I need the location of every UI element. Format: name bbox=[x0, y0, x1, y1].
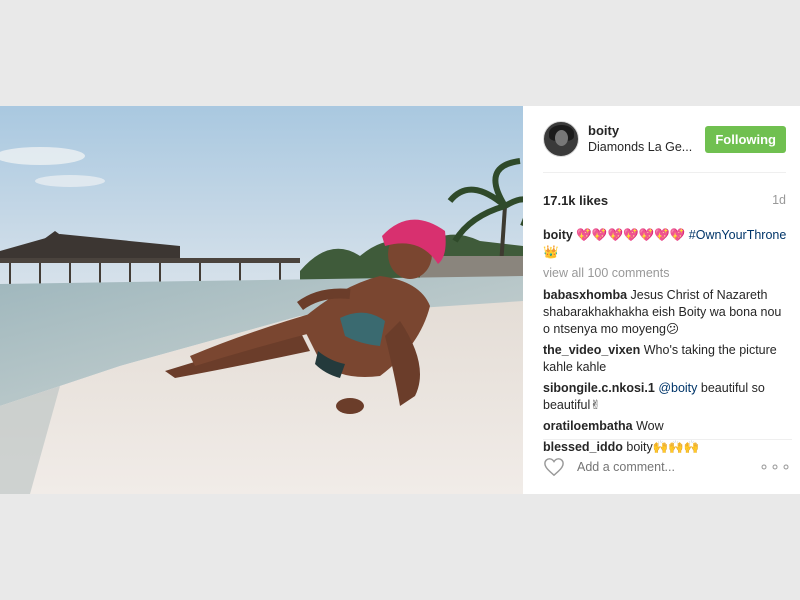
likes-count[interactable]: 17.1k likes bbox=[543, 193, 608, 208]
add-comment-input[interactable] bbox=[575, 459, 759, 475]
more-options-icon[interactable]: ∘∘∘ bbox=[759, 457, 792, 477]
comment-username[interactable]: oratiloembatha bbox=[543, 419, 633, 433]
post-header: boity Diamonds La Ge... Following bbox=[543, 106, 786, 173]
comment-mention[interactable]: @boity bbox=[655, 381, 697, 395]
caption: boity 💖💖💖💖💖💖💖 #OwnYourThrone👑 bbox=[543, 227, 788, 261]
post-stats: 17.1k likes 1d bbox=[543, 173, 786, 227]
caption-username[interactable]: boity bbox=[543, 228, 573, 242]
caption-emoji: 💖💖💖💖💖💖💖 bbox=[576, 228, 686, 242]
beach-photo bbox=[0, 106, 523, 494]
post-photo[interactable] bbox=[0, 106, 523, 494]
comment-text: Wow bbox=[632, 419, 664, 433]
following-button[interactable]: Following bbox=[705, 125, 786, 153]
author-info: boity Diamonds La Ge... bbox=[588, 123, 705, 155]
instagram-post: boity Diamonds La Ge... Following 17.1k … bbox=[0, 106, 800, 494]
comment-username[interactable]: sibongile.c.nkosi.1 bbox=[543, 381, 655, 395]
avatar[interactable] bbox=[543, 121, 579, 157]
avatar-face bbox=[555, 130, 568, 146]
comment-footer: ∘∘∘ bbox=[543, 439, 792, 494]
comment-item: babasxhomba Jesus Christ of Nazareth sha… bbox=[543, 287, 788, 338]
post-location[interactable]: Diamonds La Ge... bbox=[588, 139, 705, 155]
view-all-comments-link[interactable]: view all 100 comments bbox=[543, 265, 788, 282]
comment-item: the_video_vixen Who's taking the picture… bbox=[543, 342, 788, 376]
post-details-panel: boity Diamonds La Ge... Following 17.1k … bbox=[523, 106, 800, 494]
post-age[interactable]: 1d bbox=[772, 193, 786, 207]
comment-username[interactable]: the_video_vixen bbox=[543, 343, 640, 357]
author-username[interactable]: boity bbox=[588, 123, 705, 139]
heart-icon[interactable] bbox=[543, 457, 565, 477]
comment-username[interactable]: babasxhomba bbox=[543, 288, 627, 302]
comments-list: boity 💖💖💖💖💖💖💖 #OwnYourThrone👑 view all 1… bbox=[543, 227, 788, 456]
comment-item: sibongile.c.nkosi.1 @boity beautiful so … bbox=[543, 380, 788, 414]
comment-item: oratiloembatha Wow bbox=[543, 418, 788, 435]
